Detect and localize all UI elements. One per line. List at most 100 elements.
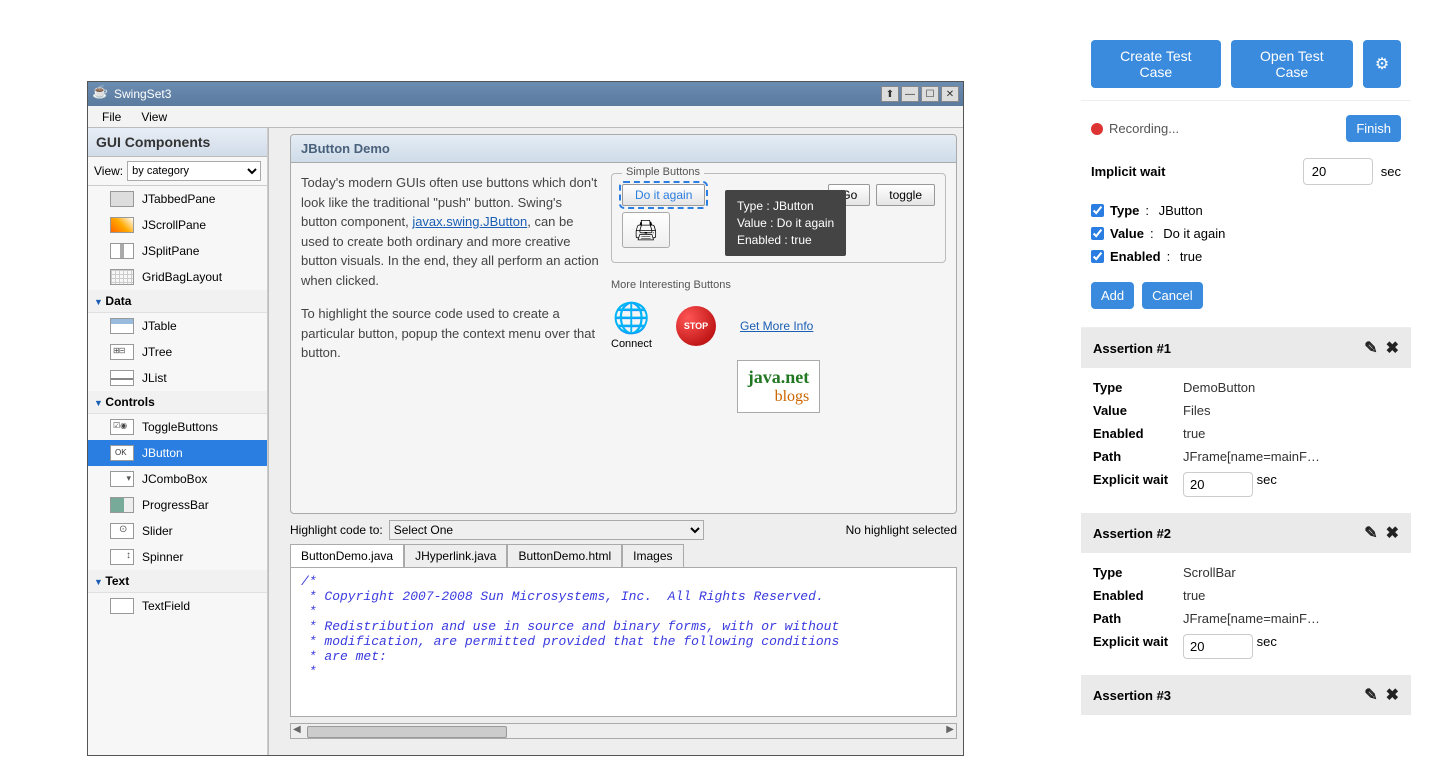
test-panel: Create Test Case Open Test Case ⚙ Record… xyxy=(1081,30,1411,715)
sidebar-scrollbar[interactable] xyxy=(268,128,284,755)
highlight-label: Highlight code to: xyxy=(290,523,383,537)
check-value[interactable] xyxy=(1091,227,1104,240)
sidebar-item-jsplitpane[interactable]: JSplitPane xyxy=(88,238,267,264)
jtable-icon xyxy=(110,318,134,334)
inspector-tooltip: Type : JButton Value : Do it again Enabl… xyxy=(725,190,846,256)
assertion-list: Assertion #1 ✎ ✖ TypeDemoButton ValueFil… xyxy=(1081,328,1411,715)
jbutton-icon xyxy=(110,445,134,461)
edit-icon[interactable]: ✎ xyxy=(1364,338,1377,358)
close-button[interactable]: ✕ xyxy=(941,86,959,102)
get-more-info-link[interactable]: Get More Info xyxy=(740,319,813,333)
sidebar-item-jtable[interactable]: JTable xyxy=(88,313,267,339)
delete-icon[interactable]: ✖ xyxy=(1386,685,1399,705)
source-code-area[interactable]: /* * Copyright 2007-2008 Sun Microsystem… xyxy=(290,567,957,717)
component-tree: JTabbedPane JScrollPane JSplitPane GridB… xyxy=(88,185,267,755)
highlight-select[interactable]: Select One xyxy=(389,520,704,540)
assertion-3-header[interactable]: Assertion #3 ✎ ✖ xyxy=(1081,675,1411,715)
swingset-window: SwingSet3 ⬆ — ☐ ✕ File View GUI Componen… xyxy=(87,81,964,756)
tab-images[interactable]: Images xyxy=(622,544,683,567)
jlist-icon xyxy=(110,370,134,386)
check-type[interactable] xyxy=(1091,204,1104,217)
stop-button[interactable]: STOP xyxy=(676,306,716,346)
recording-status: Recording... xyxy=(1091,121,1179,136)
java-icon xyxy=(92,86,108,102)
toggle-button[interactable]: toggle xyxy=(876,184,935,206)
sidebar-item-textfield[interactable]: TextField xyxy=(88,593,267,619)
minimize-to-tray-button[interactable]: ⬆ xyxy=(881,86,899,102)
gridbaglayout-icon xyxy=(110,269,134,285)
menu-view[interactable]: View xyxy=(131,107,177,127)
sidebar-item-jcombobox[interactable]: JComboBox xyxy=(88,466,267,492)
delete-icon[interactable]: ✖ xyxy=(1386,338,1399,358)
tooltip-type: Type : JButton xyxy=(737,198,834,215)
menu-file[interactable]: File xyxy=(92,107,131,127)
spinner-icon xyxy=(110,549,134,565)
minimize-button[interactable]: — xyxy=(901,86,919,102)
simple-buttons-label: Simple Buttons xyxy=(622,166,704,178)
property-checklist: Type: JButton Value: Do it again Enabled… xyxy=(1081,195,1411,278)
assertion-2-body: TypeScrollBar Enabledtrue PathJFrame[nam… xyxy=(1081,553,1411,675)
jtree-icon xyxy=(110,344,134,360)
edit-icon[interactable]: ✎ xyxy=(1364,523,1377,543)
menubar: File View xyxy=(88,106,963,128)
delete-icon[interactable]: ✖ xyxy=(1386,523,1399,543)
open-test-case-button[interactable]: Open Test Case xyxy=(1231,40,1353,88)
javax-swing-jbutton-link[interactable]: javax.swing.JButton xyxy=(412,214,527,229)
jtabbedpane-icon xyxy=(110,191,134,207)
print-button[interactable]: 🖨 xyxy=(622,212,670,248)
printer-icon: 🖨 xyxy=(633,218,658,243)
tab-buttondemo-java[interactable]: ButtonDemo.java xyxy=(290,544,404,567)
cancel-button[interactable]: Cancel xyxy=(1142,282,1202,309)
javanet-blogs-button[interactable]: java.net blogs xyxy=(737,360,821,413)
tab-jhyperlink-java[interactable]: JHyperlink.java xyxy=(404,544,507,567)
view-select[interactable]: by category xyxy=(127,161,261,181)
assertion-1-explicit-wait-input[interactable] xyxy=(1183,472,1253,497)
textfield-icon xyxy=(110,598,134,614)
check-enabled[interactable] xyxy=(1091,250,1104,263)
sidebar-item-jscrollpane[interactable]: JScrollPane xyxy=(88,212,267,238)
implicit-wait-input[interactable] xyxy=(1303,158,1373,185)
sidebar-item-jlist[interactable]: JList xyxy=(88,365,267,391)
sidebar-item-gridbaglayout[interactable]: GridBagLayout xyxy=(88,264,267,290)
assertion-1-header[interactable]: Assertion #1 ✎ ✖ xyxy=(1081,328,1411,368)
sidebar: GUI Components View: by category JTabbed… xyxy=(88,128,268,755)
maximize-button[interactable]: ☐ xyxy=(921,86,939,102)
content-area: JButton Demo Today's modern GUIs often u… xyxy=(284,128,963,755)
category-controls[interactable]: Controls xyxy=(88,391,267,414)
sidebar-item-progressbar[interactable]: ProgressBar xyxy=(88,492,267,518)
horizontal-scrollbar[interactable] xyxy=(290,723,957,739)
sec-label: sec xyxy=(1381,164,1401,179)
window-title: SwingSet3 xyxy=(114,87,881,101)
category-data[interactable]: Data xyxy=(88,290,267,313)
demo-title: JButton Demo xyxy=(291,135,956,163)
tooltip-value: Value : Do it again xyxy=(737,215,834,232)
sidebar-item-jbutton[interactable]: JButton xyxy=(88,440,267,466)
sidebar-item-spinner[interactable]: Spinner xyxy=(88,544,267,570)
sidebar-item-slider[interactable]: Slider xyxy=(88,518,267,544)
sidebar-item-jtree[interactable]: JTree xyxy=(88,339,267,365)
code-tabs: ButtonDemo.java JHyperlink.java ButtonDe… xyxy=(290,544,957,567)
do-it-again-button[interactable]: Do it again xyxy=(622,184,705,206)
assertion-2-explicit-wait-input[interactable] xyxy=(1183,634,1253,659)
sidebar-title: GUI Components xyxy=(88,128,267,157)
gear-icon: ⚙ xyxy=(1375,54,1389,74)
tab-buttondemo-html[interactable]: ButtonDemo.html xyxy=(507,544,622,567)
settings-button[interactable]: ⚙ xyxy=(1363,40,1401,88)
jcombobox-icon xyxy=(110,471,134,487)
implicit-wait-label: Implicit wait xyxy=(1091,164,1295,179)
edit-icon[interactable]: ✎ xyxy=(1364,685,1377,705)
sidebar-item-togglebuttons[interactable]: ToggleButtons xyxy=(88,414,267,440)
globe-icon: 🌐 xyxy=(613,301,650,336)
interesting-buttons-group: More Interesting Buttons 🌐 Connect STOP … xyxy=(611,279,946,413)
finish-button[interactable]: Finish xyxy=(1346,115,1401,142)
sidebar-item-jtabbedpane[interactable]: JTabbedPane xyxy=(88,186,267,212)
category-text[interactable]: Text xyxy=(88,570,267,593)
add-button[interactable]: Add xyxy=(1091,282,1134,309)
record-icon xyxy=(1091,123,1103,135)
assertion-2-header[interactable]: Assertion #2 ✎ ✖ xyxy=(1081,513,1411,553)
connect-button[interactable]: 🌐 Connect xyxy=(611,301,652,350)
jsplitpane-icon xyxy=(110,243,134,259)
create-test-case-button[interactable]: Create Test Case xyxy=(1091,40,1221,88)
scrollbar-thumb[interactable] xyxy=(307,726,507,738)
highlight-status: No highlight selected xyxy=(846,523,957,537)
